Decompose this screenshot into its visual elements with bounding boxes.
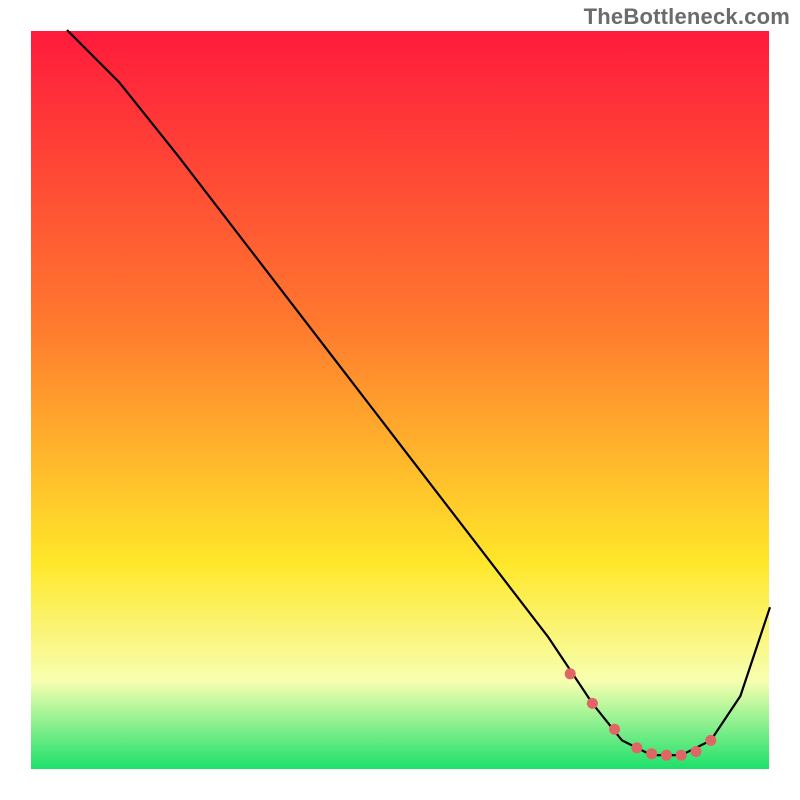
marker-point — [646, 748, 657, 759]
marker-point — [631, 742, 642, 753]
bottleneck-chart — [0, 0, 800, 800]
watermark-text: TheBottleneck.com — [584, 4, 790, 30]
marker-point — [565, 668, 576, 679]
marker-point — [705, 735, 716, 746]
marker-point — [676, 750, 687, 761]
marker-point — [609, 724, 620, 735]
marker-point — [587, 698, 598, 709]
marker-point — [661, 750, 672, 761]
gradient-background — [30, 30, 770, 770]
marker-point — [691, 746, 702, 757]
chart-container: { "watermark": "TheBottleneck.com", "col… — [0, 0, 800, 800]
